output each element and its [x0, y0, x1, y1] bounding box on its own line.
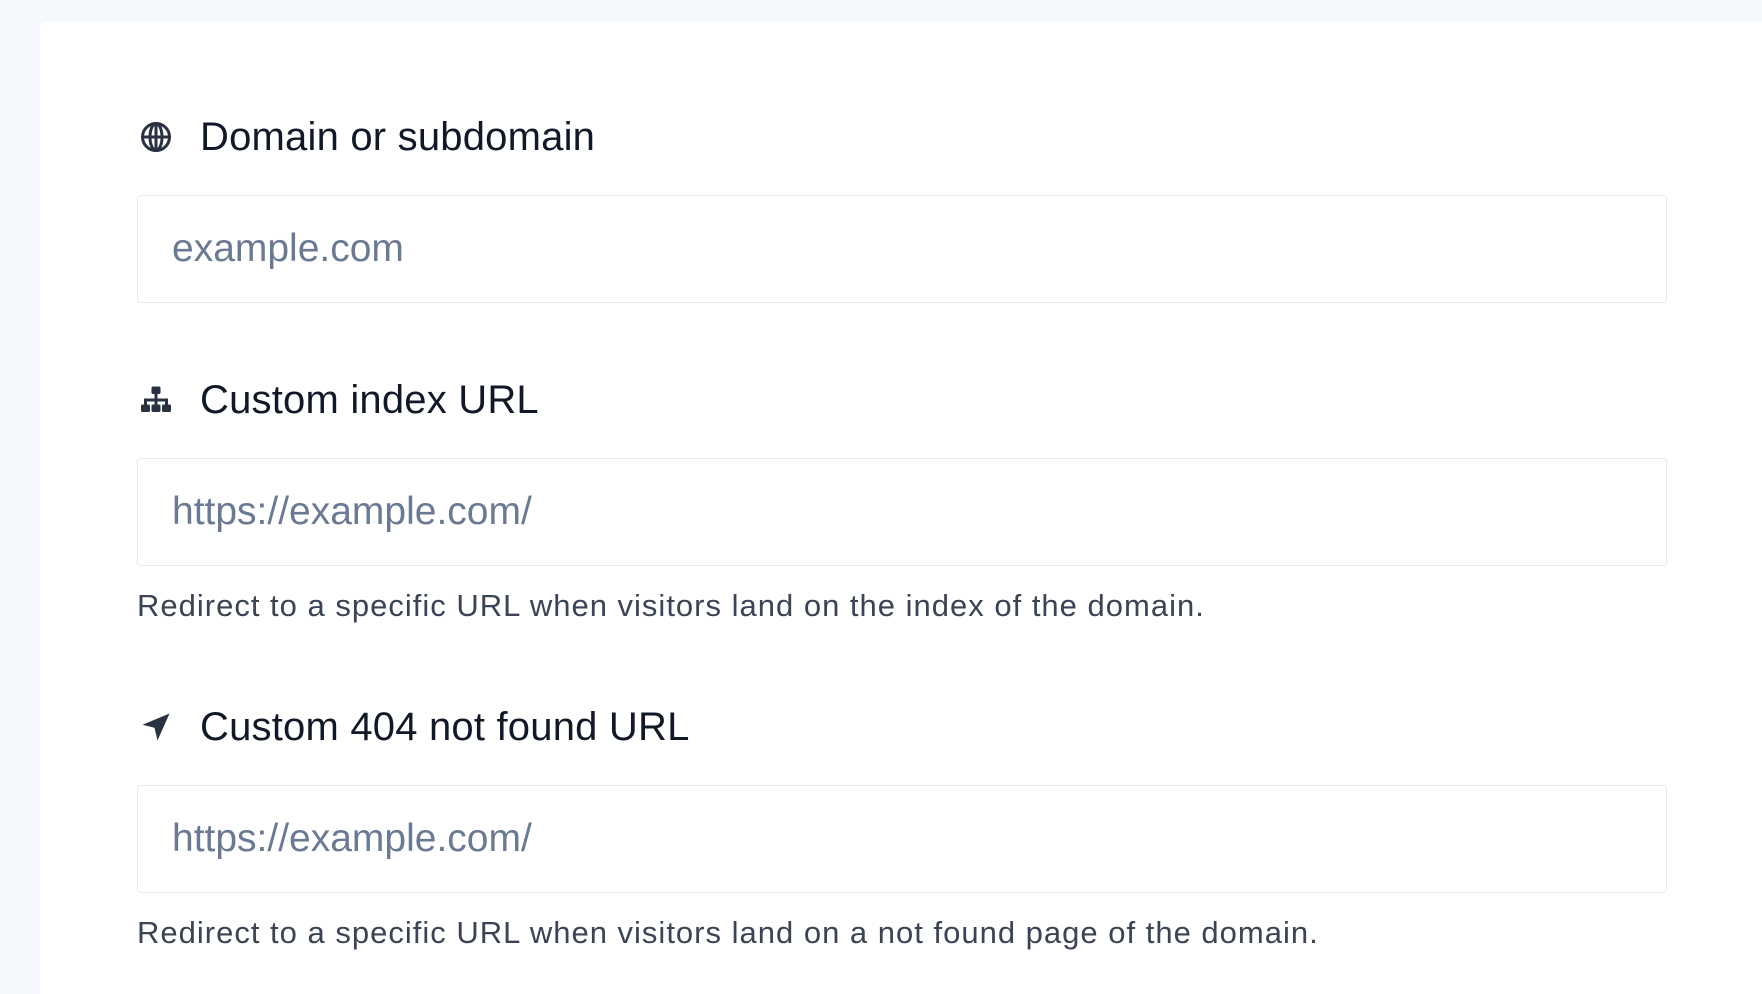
- not-found-url-label: Custom 404 not found URL: [200, 704, 690, 749]
- not-found-url-help-text: Redirect to a specific URL when visitors…: [137, 915, 1319, 950]
- index-url-input[interactable]: [137, 458, 1667, 566]
- sitemap-icon: [137, 381, 175, 419]
- form-card: Domain or subdomain Custom index URL: [40, 22, 1762, 994]
- location-arrow-icon: [137, 708, 175, 746]
- domain-field-group: Domain or subdomain: [137, 111, 1667, 303]
- domain-label: Domain or subdomain: [200, 114, 596, 159]
- domain-label-row: Domain or subdomain: [137, 111, 1667, 163]
- index-url-field-group: Custom index URL Redirect to a specific …: [137, 374, 1667, 624]
- not-found-url-input[interactable]: [137, 785, 1667, 893]
- index-url-help-text: Redirect to a specific URL when visitors…: [137, 588, 1205, 623]
- index-url-label: Custom index URL: [200, 377, 539, 422]
- not-found-url-field-group: Custom 404 not found URL Redirect to a s…: [137, 701, 1667, 951]
- index-url-label-row: Custom index URL: [137, 374, 1667, 426]
- not-found-url-label-row: Custom 404 not found URL: [137, 701, 1667, 753]
- domain-input[interactable]: [137, 195, 1667, 303]
- globe-icon: [137, 118, 175, 156]
